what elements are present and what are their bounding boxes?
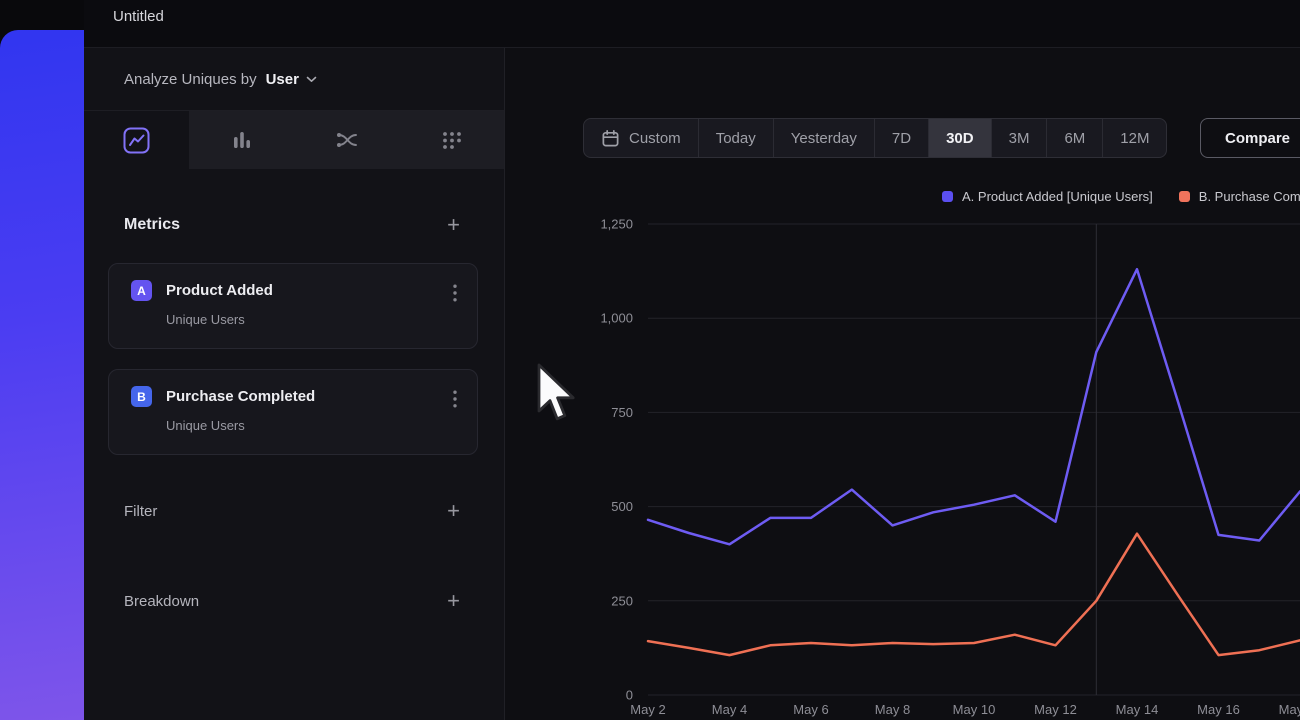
svg-text:May 6: May 6 [793, 702, 828, 717]
analyze-by-row: Analyze Uniques by User [84, 48, 504, 111]
svg-text:1,000: 1,000 [600, 311, 633, 326]
metric-options-button[interactable] [449, 386, 461, 415]
chart-type-tabs [84, 111, 504, 169]
tab-flow[interactable] [294, 111, 399, 169]
metrics-section-header: Metrics + [84, 205, 504, 245]
chart-panel: Custom Today Yesterday 7D 30D 3M 6M 12M … [505, 48, 1300, 720]
svg-text:May 4: May 4 [712, 702, 747, 717]
svg-text:750: 750 [611, 405, 633, 420]
metric-badge: A [131, 280, 152, 301]
nav-rail [0, 0, 84, 720]
bar-chart-icon [231, 129, 253, 151]
line-chart-icon [123, 127, 150, 154]
analyze-by-label: Analyze Uniques by [124, 71, 257, 88]
svg-text:0: 0 [626, 688, 633, 703]
svg-text:250: 250 [611, 593, 633, 608]
kebab-icon [453, 284, 457, 302]
line-chart[interactable]: 0 250 500 750 1,000 1,250 May 2 May 4 May 6 May 8… [505, 48, 1300, 720]
add-breakdown-button[interactable]: + [447, 590, 460, 612]
svg-text:May 16: May 16 [1197, 702, 1240, 717]
metric-badge: B [131, 386, 152, 407]
top-bar: Untitled [84, 0, 1300, 48]
document-title: Untitled [113, 8, 164, 25]
breakdown-section-header: Breakdown + [84, 581, 504, 621]
tab-bar-chart[interactable] [189, 111, 294, 169]
metric-name: Purchase Completed [166, 388, 315, 405]
metric-measure: Unique Users [166, 418, 461, 433]
kebab-icon [453, 390, 457, 408]
metrics-label: Metrics [124, 216, 180, 234]
metric-measure: Unique Users [166, 312, 461, 327]
svg-text:May 2: May 2 [630, 702, 665, 717]
svg-text:May 18: May 18 [1279, 702, 1300, 717]
analyze-by-dropdown[interactable]: User [266, 71, 317, 88]
metric-row: B Purchase Completed [131, 386, 461, 407]
svg-text:May 12: May 12 [1034, 702, 1077, 717]
svg-text:1,250: 1,250 [600, 217, 633, 232]
flow-icon [335, 128, 359, 152]
analytics-app: Untitled Analyze Uniques by User [0, 0, 1300, 720]
metric-row: A Product Added [131, 280, 461, 301]
metric-card-a[interactable]: A Product Added Unique Users [108, 263, 478, 349]
svg-text:500: 500 [611, 499, 633, 514]
filter-label: Filter [124, 503, 157, 520]
filter-section-header: Filter + [84, 491, 504, 531]
metric-card-b[interactable]: B Purchase Completed Unique Users [108, 369, 478, 455]
analyze-by-value: User [266, 71, 299, 88]
chart-type-tab-block [189, 111, 504, 169]
tab-grid-dots[interactable] [399, 111, 504, 169]
svg-text:May 14: May 14 [1116, 702, 1159, 717]
metric-name: Product Added [166, 282, 273, 299]
grid-dots-icon [440, 128, 464, 152]
metric-options-button[interactable] [449, 280, 461, 309]
nav-rail-gradient [0, 30, 84, 720]
add-metric-button[interactable]: + [447, 214, 460, 236]
svg-text:May 10: May 10 [953, 702, 996, 717]
svg-text:May 8: May 8 [875, 702, 910, 717]
query-sidebar: Analyze Uniques by User [84, 48, 505, 720]
tab-line-chart[interactable] [84, 111, 189, 169]
breakdown-label: Breakdown [124, 593, 199, 610]
chevron-down-icon [306, 76, 317, 83]
add-filter-button[interactable]: + [447, 500, 460, 522]
